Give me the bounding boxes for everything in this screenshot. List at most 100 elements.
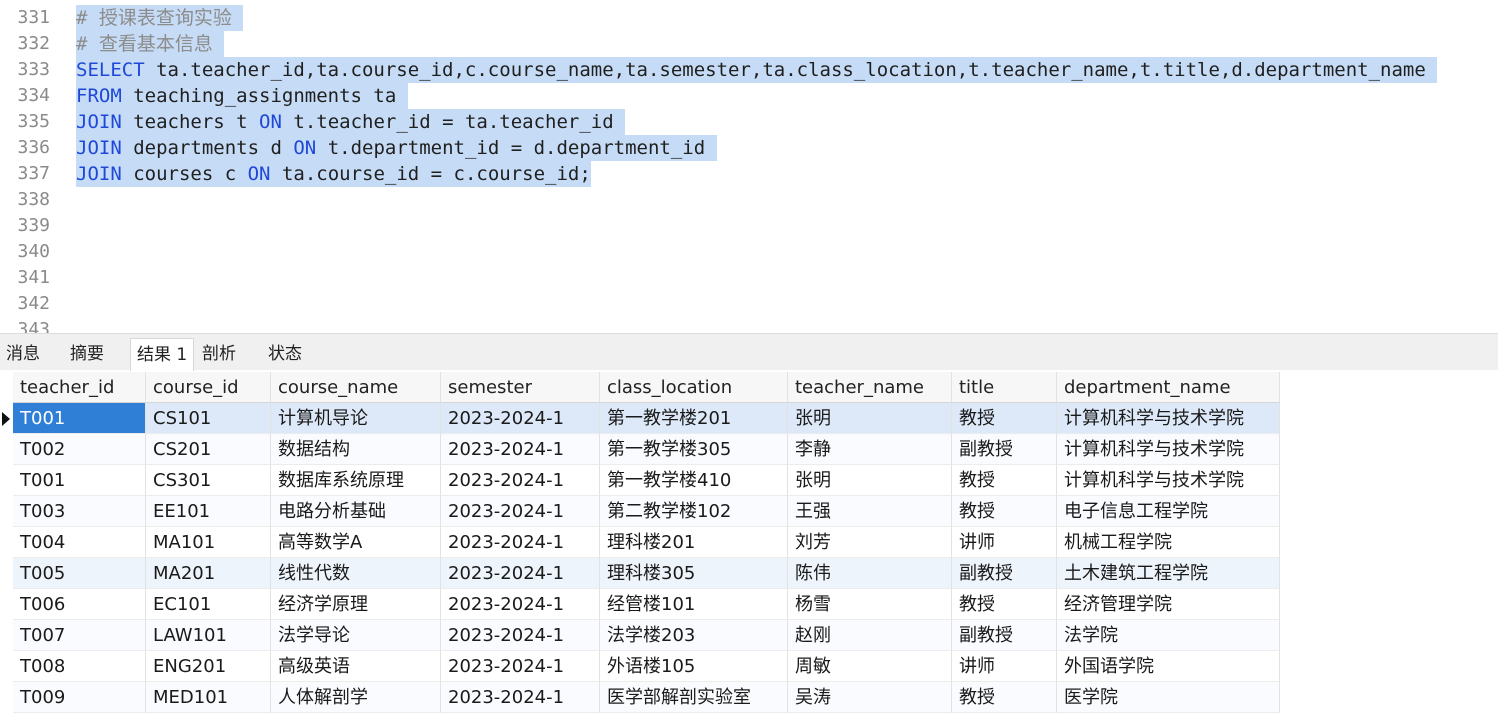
cell-teacher_name[interactable]: 李静 — [788, 434, 952, 465]
cell-class_location[interactable]: 第一教学楼410 — [600, 465, 788, 496]
cell-department_name[interactable]: 土木建筑工程学院 — [1057, 558, 1280, 589]
cell-teacher_id[interactable]: T001 — [13, 403, 146, 434]
cell-semester[interactable]: 2023-2024-1 — [441, 403, 600, 434]
cell-course_name[interactable]: 数据结构 — [271, 434, 441, 465]
table-row[interactable]: T005 MA201 线性代数 2023-2024-1 理科楼305 陈伟 副教授 土木建筑工… — [0, 558, 1280, 589]
table-row[interactable]: T008 ENG201 高级英语 2023-2024-1 外语楼105 周敏 讲师 外国语学院 — [0, 651, 1280, 682]
cell-teacher_id[interactable]: T006 — [13, 589, 146, 620]
cell-semester[interactable]: 2023-2024-1 — [441, 651, 600, 682]
code-line[interactable]: 337 JOIN courses c ON ta.course_id = c.co… — [0, 161, 1498, 187]
cell-title[interactable]: 副教授 — [952, 620, 1057, 651]
cell-class_location[interactable]: 经管楼101 — [600, 589, 788, 620]
cell-class_location[interactable]: 第一教学楼305 — [600, 434, 788, 465]
code-text[interactable]: SELECT ta.teacher_id,ta.course_id,c.cour… — [76, 57, 1438, 83]
cell-teacher_name[interactable]: 张明 — [788, 403, 952, 434]
cell-teacher_id[interactable]: T008 — [13, 651, 146, 682]
cell-title[interactable]: 教授 — [952, 496, 1057, 527]
cell-course_id[interactable]: EC101 — [146, 589, 271, 620]
code-text[interactable]: # 授课表查询实验 — [76, 5, 244, 31]
cell-department_name[interactable]: 医学院 — [1057, 682, 1280, 713]
cell-teacher_name[interactable]: 张明 — [788, 465, 952, 496]
code-line[interactable]: 331 # 授课表查询实验 — [0, 5, 1498, 31]
cell-teacher_id[interactable]: T001 — [13, 465, 146, 496]
table-row[interactable]: T007 LAW101 法学导论 2023-2024-1 法学楼203 赵刚 副教授 法学院 — [0, 620, 1280, 651]
cell-department_name[interactable]: 经济管理学院 — [1057, 589, 1280, 620]
cell-teacher_name[interactable]: 赵刚 — [788, 620, 952, 651]
cell-teacher_name[interactable]: 王强 — [788, 496, 952, 527]
cell-course_name[interactable]: 高等数学A — [271, 527, 441, 558]
tab-status[interactable]: 状态 — [262, 338, 308, 370]
cell-teacher_id[interactable]: T004 — [13, 527, 146, 558]
code-line[interactable]: 340 — [0, 239, 1498, 265]
code-line[interactable]: 335 JOIN teachers t ON t.teacher_id = ta.… — [0, 109, 1498, 135]
cell-course_id[interactable]: CS201 — [146, 434, 271, 465]
column-header-teacher_id[interactable]: teacher_id — [13, 372, 146, 403]
code-text[interactable]: JOIN courses c ON ta.course_id = c.cours… — [76, 161, 591, 187]
cell-department_name[interactable]: 计算机科学与技术学院 — [1057, 403, 1280, 434]
cell-teacher_name[interactable]: 刘芳 — [788, 527, 952, 558]
code-line[interactable]: 334 FROM teaching_assignments ta — [0, 83, 1498, 109]
cell-course_id[interactable]: CS301 — [146, 465, 271, 496]
cell-teacher_id[interactable]: T005 — [13, 558, 146, 589]
cell-teacher_id[interactable]: T009 — [13, 682, 146, 713]
cell-course_name[interactable]: 线性代数 — [271, 558, 441, 589]
cell-class_location[interactable]: 第二教学楼102 — [600, 496, 788, 527]
code-line[interactable]: 338 — [0, 187, 1498, 213]
cell-class_location[interactable]: 第一教学楼201 — [600, 403, 788, 434]
column-header-title[interactable]: title — [952, 372, 1057, 403]
column-header-semester[interactable]: semester — [441, 372, 600, 403]
tab-summary[interactable]: 摘要 — [64, 338, 110, 370]
cell-course_name[interactable]: 经济学原理 — [271, 589, 441, 620]
cell-department_name[interactable]: 计算机科学与技术学院 — [1057, 434, 1280, 465]
code-text[interactable]: FROM teaching_assignments ta — [76, 83, 408, 109]
cell-class_location[interactable]: 法学楼203 — [600, 620, 788, 651]
cell-course_id[interactable]: MA101 — [146, 527, 271, 558]
cell-course_id[interactable]: ENG201 — [146, 651, 271, 682]
cell-title[interactable]: 教授 — [952, 589, 1057, 620]
cell-semester[interactable]: 2023-2024-1 — [441, 465, 600, 496]
code-text[interactable]: JOIN teachers t ON t.teacher_id = ta.tea… — [76, 109, 626, 135]
cell-class_location[interactable]: 医学部解剖实验室 — [600, 682, 788, 713]
cell-semester[interactable]: 2023-2024-1 — [441, 527, 600, 558]
code-text[interactable]: JOIN departments d ON t.department_id = … — [76, 135, 717, 161]
cell-course_id[interactable]: EE101 — [146, 496, 271, 527]
cell-semester[interactable]: 2023-2024-1 — [441, 434, 600, 465]
cell-title[interactable]: 教授 — [952, 682, 1057, 713]
cell-course_name[interactable]: 电路分析基础 — [271, 496, 441, 527]
cell-course_name[interactable]: 高级英语 — [271, 651, 441, 682]
column-header-course_name[interactable]: course_name — [271, 372, 441, 403]
sql-editor[interactable]: 331 # 授课表查询实验 332 # 查看基本信息 333 SELECT ta.te… — [0, 0, 1498, 333]
cell-course_id[interactable]: MA201 — [146, 558, 271, 589]
table-row[interactable]: T003 EE101 电路分析基础 2023-2024-1 第二教学楼102 王强 教授 电子… — [0, 496, 1280, 527]
cell-course_id[interactable]: MED101 — [146, 682, 271, 713]
column-header-class_location[interactable]: class_location — [600, 372, 788, 403]
table-row[interactable]: T002 CS201 数据结构 2023-2024-1 第一教学楼305 李静 副教授 计算机… — [0, 434, 1280, 465]
cell-department_name[interactable]: 机械工程学院 — [1057, 527, 1280, 558]
cell-title[interactable]: 副教授 — [952, 434, 1057, 465]
cell-semester[interactable]: 2023-2024-1 — [441, 589, 600, 620]
tab-messages[interactable]: 消息 — [0, 338, 46, 370]
code-text[interactable]: # 查看基本信息 — [76, 31, 225, 57]
tab-result-1[interactable]: 结果 1 — [130, 338, 195, 371]
table-row[interactable]: T001 CS301 数据库系统原理 2023-2024-1 第一教学楼410 张明 教授计… — [0, 465, 1280, 496]
code-line[interactable]: 342 — [0, 291, 1498, 317]
cell-teacher_id[interactable]: T007 — [13, 620, 146, 651]
table-row[interactable]: T001 CS101 计算机导论 2023-2024-1 第一教学楼201 张明 教授 计算机… — [0, 403, 1280, 434]
column-header-course_id[interactable]: course_id — [146, 372, 271, 403]
cell-teacher_name[interactable]: 杨雪 — [788, 589, 952, 620]
cell-course_name[interactable]: 数据库系统原理 — [271, 465, 441, 496]
cell-semester[interactable]: 2023-2024-1 — [441, 496, 600, 527]
cell-course_id[interactable]: CS101 — [146, 403, 271, 434]
cell-class_location[interactable]: 理科楼201 — [600, 527, 788, 558]
cell-class_location[interactable]: 理科楼305 — [600, 558, 788, 589]
code-line[interactable]: 336 JOIN departments d ON t.department_id… — [0, 135, 1498, 161]
cell-department_name[interactable]: 外国语学院 — [1057, 651, 1280, 682]
cell-title[interactable]: 副教授 — [952, 558, 1057, 589]
cell-course_name[interactable]: 计算机导论 — [271, 403, 441, 434]
code-line[interactable]: 341 — [0, 265, 1498, 291]
cell-teacher_id[interactable]: T003 — [13, 496, 146, 527]
table-row[interactable]: T006 EC101 经济学原理 2023-2024-1 经管楼101 杨雪 教授 经济管理学… — [0, 589, 1280, 620]
cell-teacher_name[interactable]: 周敏 — [788, 651, 952, 682]
cell-department_name[interactable]: 电子信息工程学院 — [1057, 496, 1280, 527]
cell-semester[interactable]: 2023-2024-1 — [441, 620, 600, 651]
